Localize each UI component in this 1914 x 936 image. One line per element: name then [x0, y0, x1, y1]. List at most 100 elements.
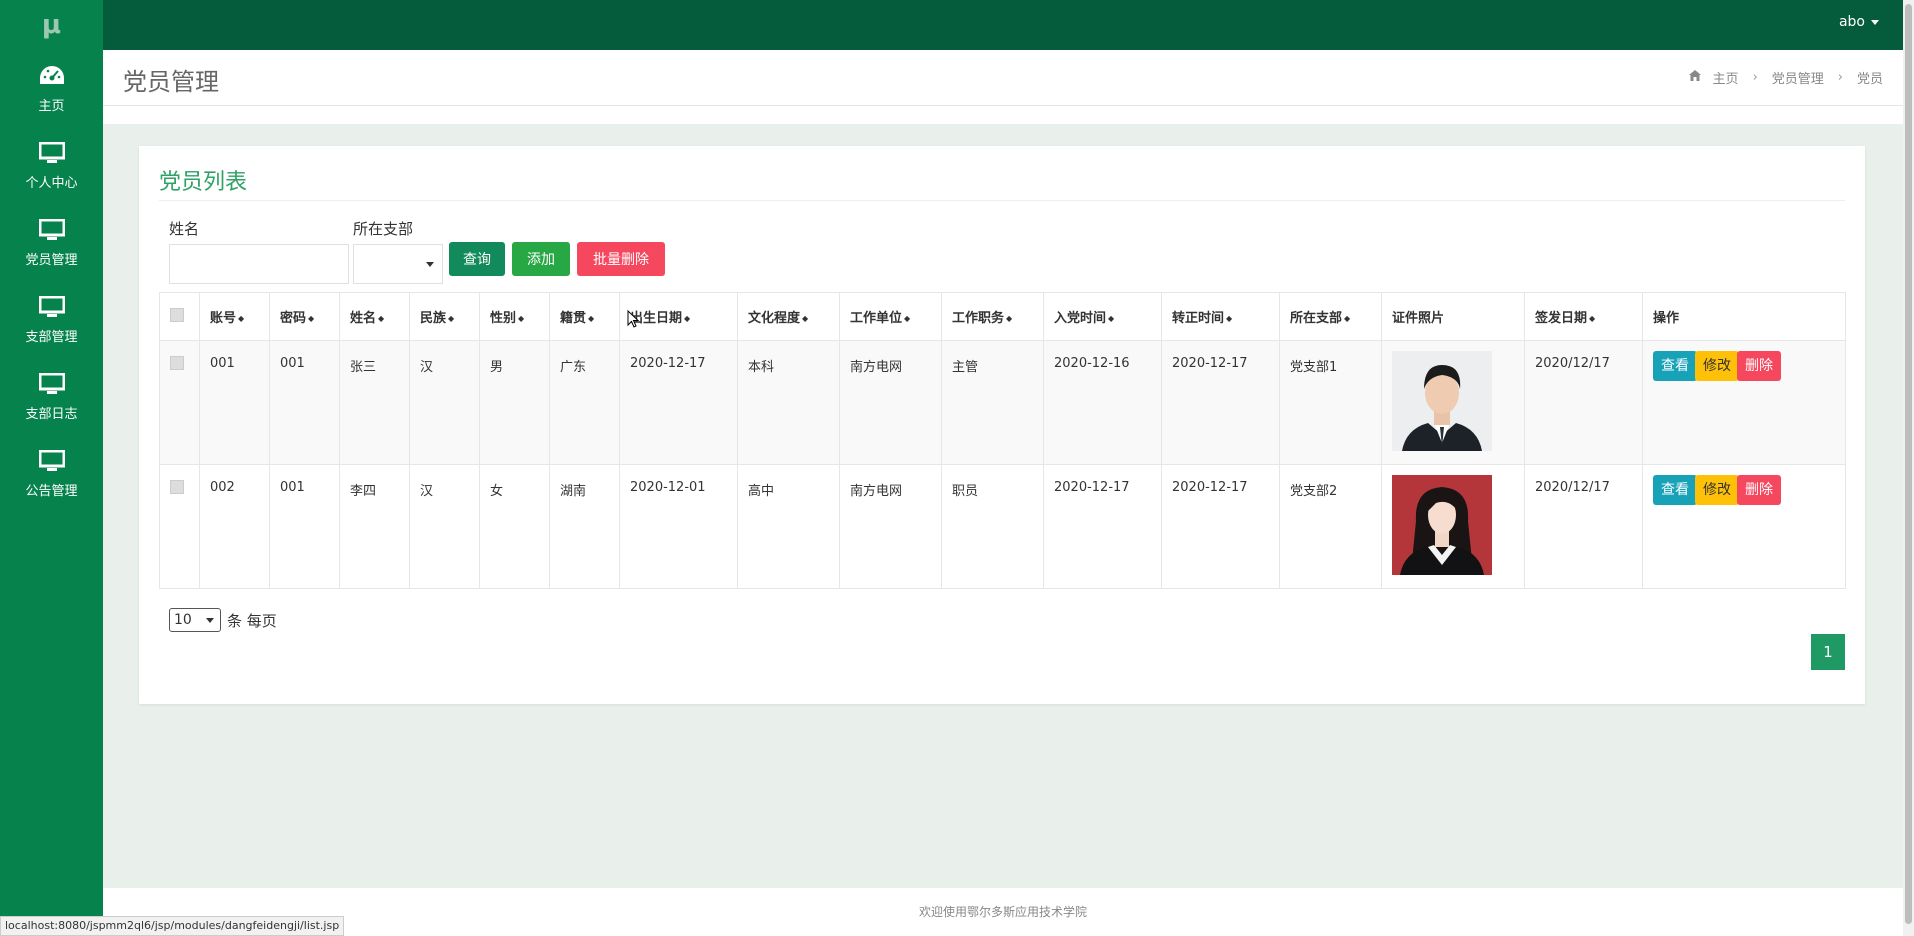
- cell-confirm-date: 2020-12-17: [1161, 464, 1280, 589]
- cell-issue-date: 2020/12/17: [1524, 464, 1643, 589]
- monitor-icon: [38, 140, 65, 166]
- view-button[interactable]: 查看: [1653, 351, 1697, 381]
- table-row: 001 001 张三 汉 男 广东 2020-12-17 本科 南方电网 主管 …: [159, 340, 1846, 465]
- cell-password: 001: [269, 464, 340, 589]
- status-url: localhost:8080/jspmm2ql6/jsp/modules/dan…: [0, 916, 345, 936]
- branch-select[interactable]: [353, 244, 443, 284]
- cell-photo: [1381, 464, 1525, 589]
- member-list-card: 党员列表 姓名 所在支部 查询 添加 批量删除 账号 ◆ 密码 ◆ 姓名 ◆ 民族 ◆ …: [139, 146, 1865, 704]
- cell-ethnicity: 汉: [409, 340, 480, 465]
- sort-icon: ◆: [1589, 314, 1596, 323]
- sidebar-item-home[interactable]: 主页: [0, 50, 103, 127]
- sort-icon: ◆: [518, 314, 525, 323]
- mouse-cursor-icon: [627, 309, 640, 332]
- delete-button[interactable]: 删除: [1737, 475, 1781, 505]
- sidebar: μ 主页 个人中心 党员管理 支部管理 支部日志 公告管理: [0, 0, 103, 936]
- breadcrumb-home[interactable]: 主页: [1713, 68, 1739, 87]
- cell-job-position: 职员: [941, 464, 1044, 589]
- th-origin[interactable]: 籍贯 ◆: [549, 292, 620, 341]
- th-ethnicity[interactable]: 民族 ◆: [409, 292, 480, 341]
- row-checkbox[interactable]: [170, 480, 184, 494]
- page-size-select[interactable]: 10: [169, 608, 221, 632]
- select-all-checkbox[interactable]: [170, 307, 184, 322]
- sort-icon: ◆: [1226, 314, 1233, 323]
- sidebar-item-branch-management[interactable]: 支部管理: [0, 281, 103, 358]
- cell-password: 001: [269, 340, 340, 465]
- breadcrumb-separator: ›: [1837, 70, 1843, 85]
- cell-gender: 男: [479, 340, 550, 465]
- row-checkbox-cell: [159, 340, 200, 465]
- scrollbar-thumb[interactable]: [1905, 4, 1912, 924]
- delete-button[interactable]: 删除: [1737, 351, 1781, 381]
- th-branch[interactable]: 所在支部 ◆: [1279, 292, 1382, 341]
- breadcrumb-separator: ›: [1752, 70, 1758, 85]
- th-work-unit[interactable]: 工作单位 ◆: [839, 292, 942, 341]
- row-checkbox[interactable]: [170, 356, 184, 370]
- th-confirm-date[interactable]: 转正时间 ◆: [1161, 292, 1280, 341]
- select-all-header: [159, 292, 200, 341]
- query-button[interactable]: 查询: [449, 242, 505, 276]
- footer: 欢迎使用鄂尔多斯应用技术学院: [103, 888, 1903, 936]
- edit-button[interactable]: 修改: [1695, 351, 1739, 381]
- cell-gender: 女: [479, 464, 550, 589]
- th-job-position[interactable]: 工作职务 ◆: [941, 292, 1044, 341]
- username: abo: [1838, 14, 1865, 30]
- sidebar-item-announcements[interactable]: 公告管理: [0, 435, 103, 512]
- sidebar-item-personal-center[interactable]: 个人中心: [0, 127, 103, 204]
- sort-icon: ◆: [308, 314, 315, 323]
- add-button[interactable]: 添加: [512, 242, 570, 276]
- cell-education: 高中: [737, 464, 840, 589]
- branch-field-group: 所在支部: [353, 218, 443, 284]
- th-password[interactable]: 密码 ◆: [269, 292, 340, 341]
- caret-down-icon: [1871, 19, 1879, 25]
- sidebar-item-label: 支部管理: [25, 330, 78, 345]
- page-title: 党员管理: [123, 68, 219, 96]
- per-page-label: 条 每页: [227, 611, 277, 630]
- cell-join-date: 2020-12-17: [1043, 464, 1162, 589]
- cell-join-date: 2020-12-16: [1043, 340, 1162, 465]
- cell-confirm-date: 2020-12-17: [1161, 340, 1280, 465]
- th-join-date[interactable]: 入党时间 ◆: [1043, 292, 1162, 341]
- divider: [159, 200, 1845, 201]
- cell-origin: 广东: [549, 340, 620, 465]
- sort-icon: ◆: [448, 314, 455, 323]
- cell-name: 张三: [339, 340, 410, 465]
- view-button[interactable]: 查看: [1653, 475, 1697, 505]
- sort-icon: ◆: [802, 314, 809, 323]
- user-menu[interactable]: abo: [1839, 14, 1879, 30]
- th-gender[interactable]: 性别 ◆: [479, 292, 550, 341]
- th-photo: 证件照片: [1381, 292, 1525, 341]
- th-education[interactable]: 文化程度 ◆: [737, 292, 840, 341]
- chevron-down-icon: [426, 262, 434, 267]
- cell-actions: 查看 修改 删除: [1642, 464, 1846, 589]
- th-name[interactable]: 姓名 ◆: [339, 292, 410, 341]
- page-button-current[interactable]: 1: [1811, 634, 1845, 670]
- scrollbar[interactable]: [1903, 0, 1914, 936]
- batch-delete-button[interactable]: 批量删除: [577, 242, 665, 276]
- card-title: 党员列表: [159, 170, 248, 195]
- top-bar: abo: [103, 0, 1903, 50]
- sidebar-item-branch-log[interactable]: 支部日志: [0, 358, 103, 435]
- sort-icon: ◆: [238, 314, 245, 323]
- th-account[interactable]: 账号 ◆: [199, 292, 270, 341]
- sort-icon: ◆: [1108, 314, 1115, 323]
- table-header-row: 账号 ◆ 密码 ◆ 姓名 ◆ 民族 ◆ 性别 ◆ 籍贯 ◆ 出生日期 ◆ 文化程度 ◆ 工作单位…: [159, 292, 1846, 341]
- chevron-down-icon: [206, 618, 214, 623]
- page-header: 党员管理 主页 › 党员管理 › 党员: [103, 50, 1903, 106]
- breadcrumb: 主页 › 党员管理 › 党员: [1688, 68, 1883, 87]
- content-area: 党员列表 姓名 所在支部 查询 添加 批量删除 账号 ◆ 密码 ◆ 姓名 ◆ 民族 ◆ …: [103, 124, 1903, 888]
- cell-account: 001: [199, 340, 270, 465]
- cell-actions: 查看 修改 删除: [1642, 340, 1846, 465]
- th-issue-date[interactable]: 签发日期 ◆: [1524, 292, 1643, 341]
- cell-work-unit: 南方电网: [839, 464, 942, 589]
- name-input[interactable]: [169, 244, 349, 284]
- sort-icon: ◆: [588, 314, 595, 323]
- sidebar-item-member-management[interactable]: 党员管理: [0, 204, 103, 281]
- name-field-group: 姓名: [169, 218, 349, 284]
- breadcrumb-member-management[interactable]: 党员管理: [1772, 68, 1824, 87]
- cell-origin: 湖南: [549, 464, 620, 589]
- id-photo: [1392, 351, 1492, 451]
- page-size-control: 10 条 每页: [169, 608, 277, 632]
- sort-icon: ◆: [904, 314, 911, 323]
- edit-button[interactable]: 修改: [1695, 475, 1739, 505]
